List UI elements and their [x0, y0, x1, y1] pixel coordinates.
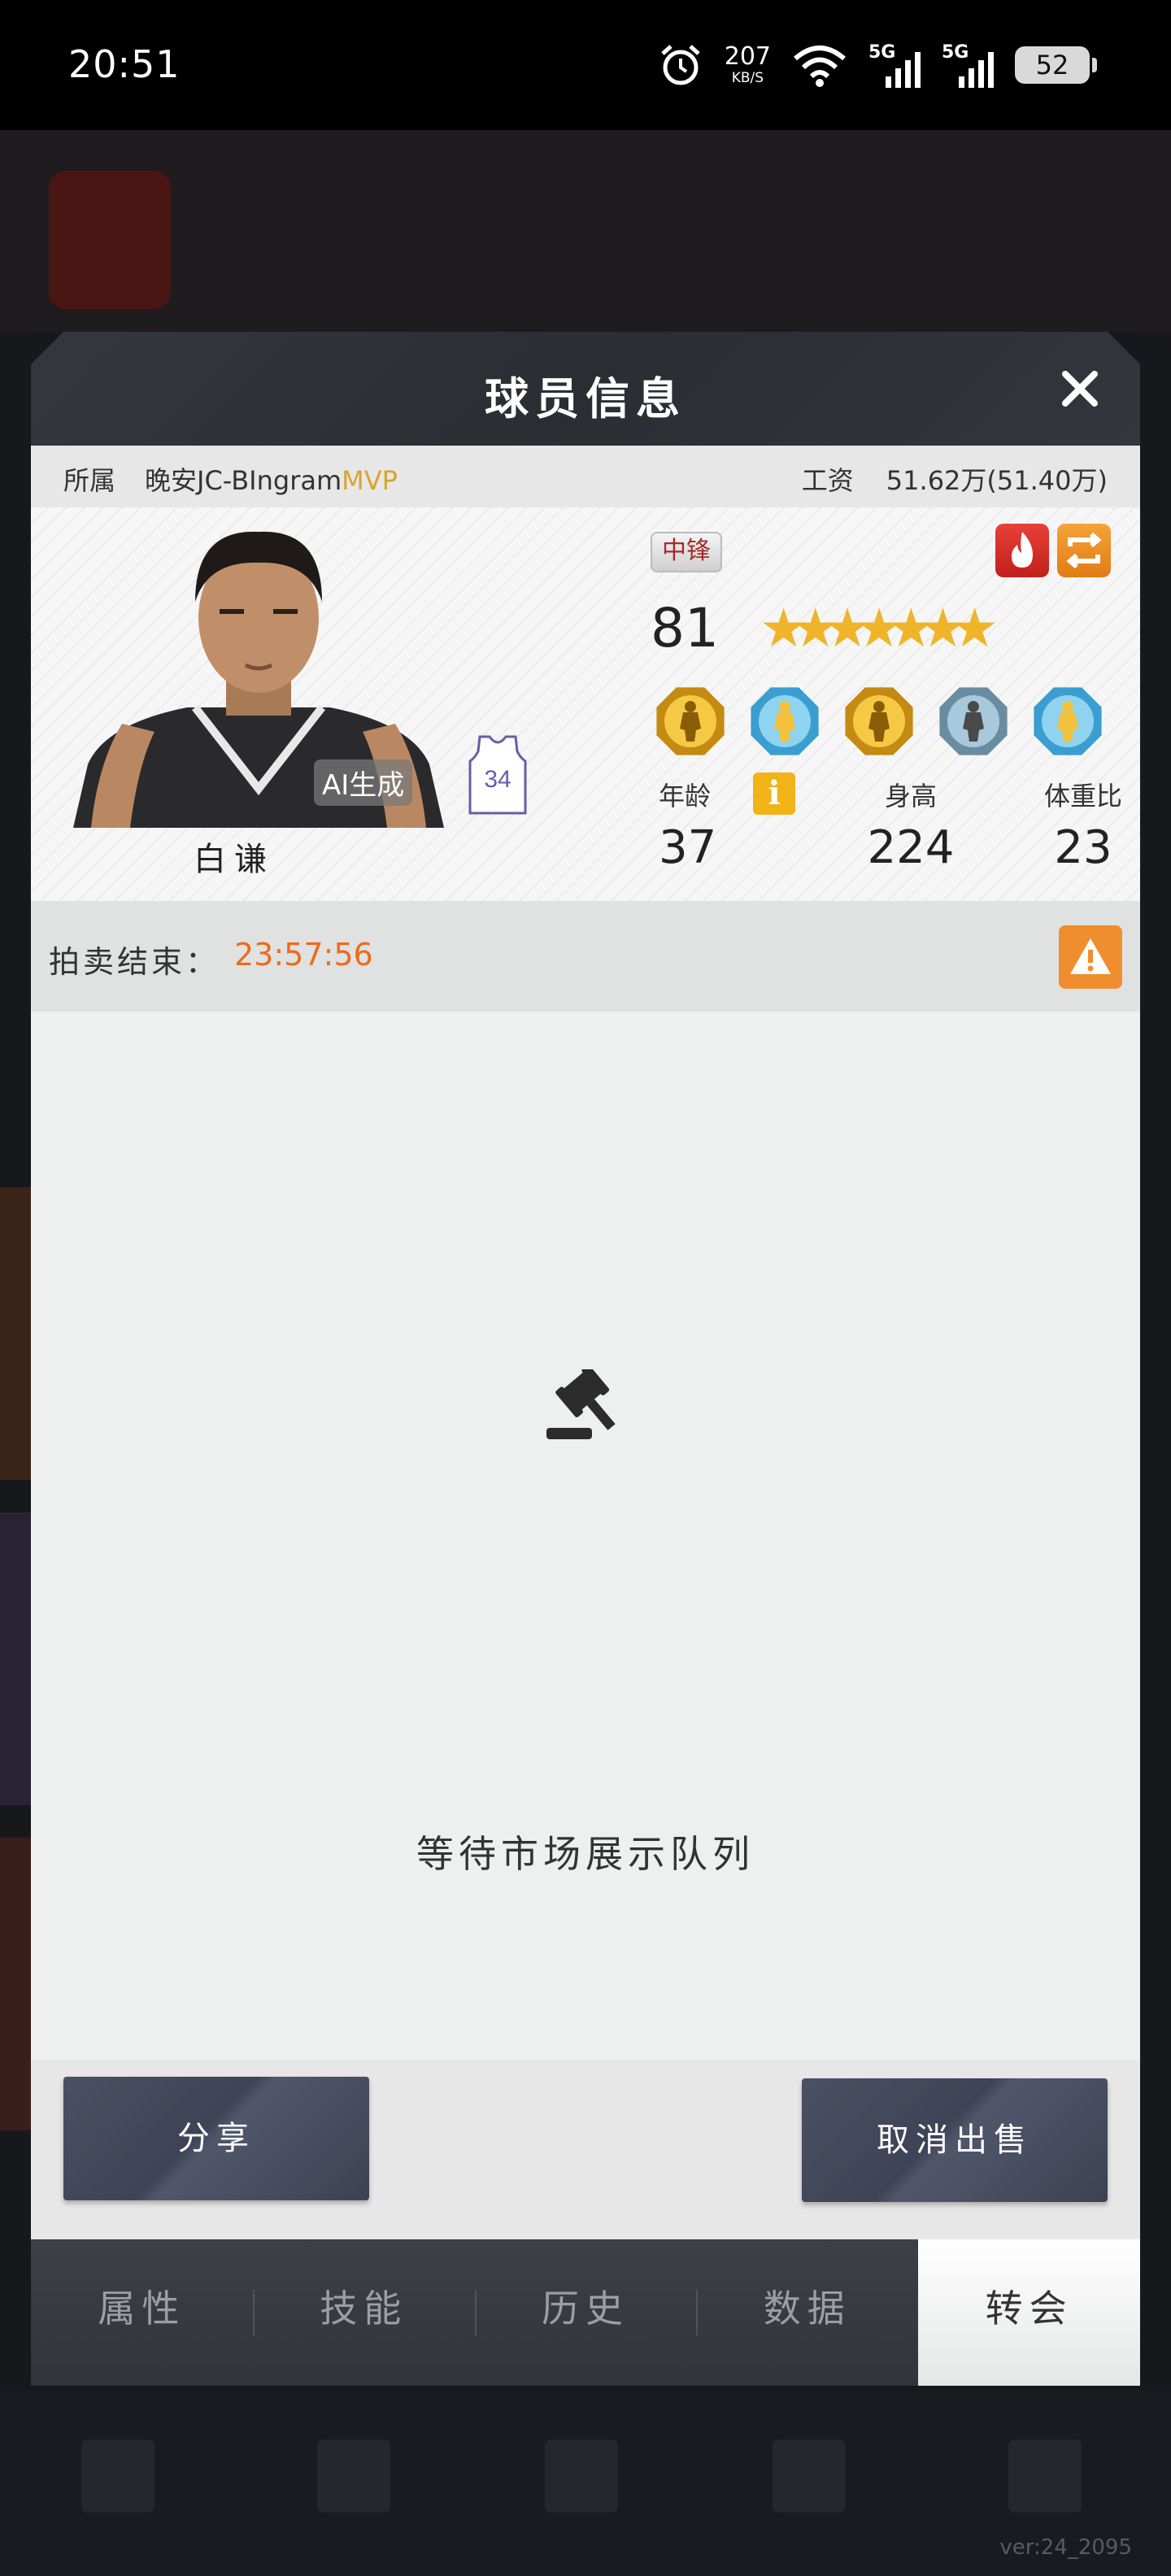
background-card: [0, 1187, 33, 1480]
jersey-icon: 34: [468, 735, 527, 815]
height-label: 身高: [884, 781, 937, 812]
tab-3[interactable]: 数据: [696, 2239, 918, 2386]
cell-signal-icon: 5G: [942, 42, 994, 88]
cancel-sale-button[interactable]: 取消出售: [802, 2078, 1108, 2202]
star-icon: ★: [951, 597, 999, 659]
skill-badges: [652, 683, 1106, 759]
age-value: 37: [659, 821, 717, 874]
team-logo: [49, 171, 171, 309]
status-time: 20:51: [68, 42, 181, 86]
player-name: 白谦: [194, 841, 275, 878]
auction-end-label: 拍卖结束：: [49, 944, 220, 980]
svg-text:34: 34: [484, 766, 511, 793]
swap-icon[interactable]: [1057, 524, 1111, 577]
cell-signal-icon: 5G: [868, 42, 921, 88]
overall-rating: 81: [651, 597, 719, 659]
share-button[interactable]: 分享: [63, 2077, 369, 2200]
dialog-title: 球员信息: [485, 372, 686, 424]
dialog-header: 球员信息: [31, 332, 1140, 446]
mvp-tag: MVP: [342, 465, 398, 496]
stat-labels: 年龄 i 身高 体重比: [652, 772, 1140, 815]
weight-ratio-value: 23: [1054, 821, 1112, 874]
stat-values: 37 224 23: [652, 821, 1140, 874]
status-bar: 20:51 207 KB/S 5G 5G 52: [0, 0, 1171, 130]
silver-defender-icon[interactable]: [935, 683, 1012, 759]
alarm-icon: [661, 45, 700, 85]
close-icon[interactable]: [1056, 364, 1104, 413]
star-rating: ★ ★ ★ ★ ★ ★ ★: [760, 602, 999, 655]
auction-bar: 拍卖结束： 23:57:56: [31, 901, 1140, 1012]
wifi-icon: [794, 46, 846, 87]
tab-0[interactable]: 属性: [31, 2239, 253, 2386]
height-value: 224: [867, 821, 955, 874]
version-label: ver:24_2095: [999, 2535, 1132, 2560]
battery-icon: 52: [1015, 46, 1097, 84]
background-card: [0, 1512, 33, 1805]
ai-generated-badge: AI生成: [314, 759, 413, 806]
owner-label: 所属: [63, 465, 116, 496]
gold-lightning-icon[interactable]: [841, 683, 917, 759]
weight-ratio-label: 体重比: [1043, 781, 1122, 812]
network-speed: 207 KB/S: [724, 42, 771, 86]
waiting-queue-text: 等待市场展示队列: [416, 1832, 755, 1876]
gold-dribble-icon[interactable]: [652, 683, 729, 759]
tab-1[interactable]: 技能: [252, 2239, 475, 2386]
transfer-content: 等待市场展示队列: [31, 1012, 1140, 2060]
background-card: [0, 1838, 33, 2130]
background-header: [0, 130, 1171, 333]
auction-countdown: 23:57:56: [234, 937, 373, 973]
player-card: AI生成 34 白谦 中锋 81 ★ ★ ★ ★ ★ ★ ★ 年龄 i 身高 体重比 37 …: [31, 507, 1140, 901]
action-bar: 分享 取消出售: [31, 2060, 1140, 2239]
player-info-dialog: 球员信息 所属 晚安JC-BIngramMVP 工资 51.62万(51.40万…: [31, 332, 1140, 2386]
tab-bar: 属性 技能 历史 数据 转会: [31, 2239, 1140, 2386]
blue-dunker-icon[interactable]: [1030, 683, 1106, 759]
warning-icon[interactable]: [1059, 925, 1122, 989]
background-nav: [0, 2391, 1171, 2576]
salary-value: 51.62万(51.40万): [886, 465, 1108, 496]
status-icons: 207 KB/S 5G 5G 52: [658, 36, 1097, 94]
salary-label: 工资: [801, 465, 854, 496]
tab-2[interactable]: 历史: [474, 2239, 697, 2386]
position-badge: 中锋: [651, 532, 722, 572]
blue-shooter-icon[interactable]: [747, 683, 823, 759]
fire-icon[interactable]: [995, 524, 1049, 577]
owner-salary-row: 所属 晚安JC-BIngramMVP 工资 51.62万(51.40万): [31, 446, 1140, 507]
owner-team[interactable]: 晚安JC-BIngramMVP: [145, 460, 398, 498]
info-icon[interactable]: i: [753, 772, 795, 815]
tab-4[interactable]: 转会: [918, 2239, 1140, 2386]
gavel-icon: [546, 1369, 616, 1439]
age-label: 年龄: [659, 781, 712, 812]
